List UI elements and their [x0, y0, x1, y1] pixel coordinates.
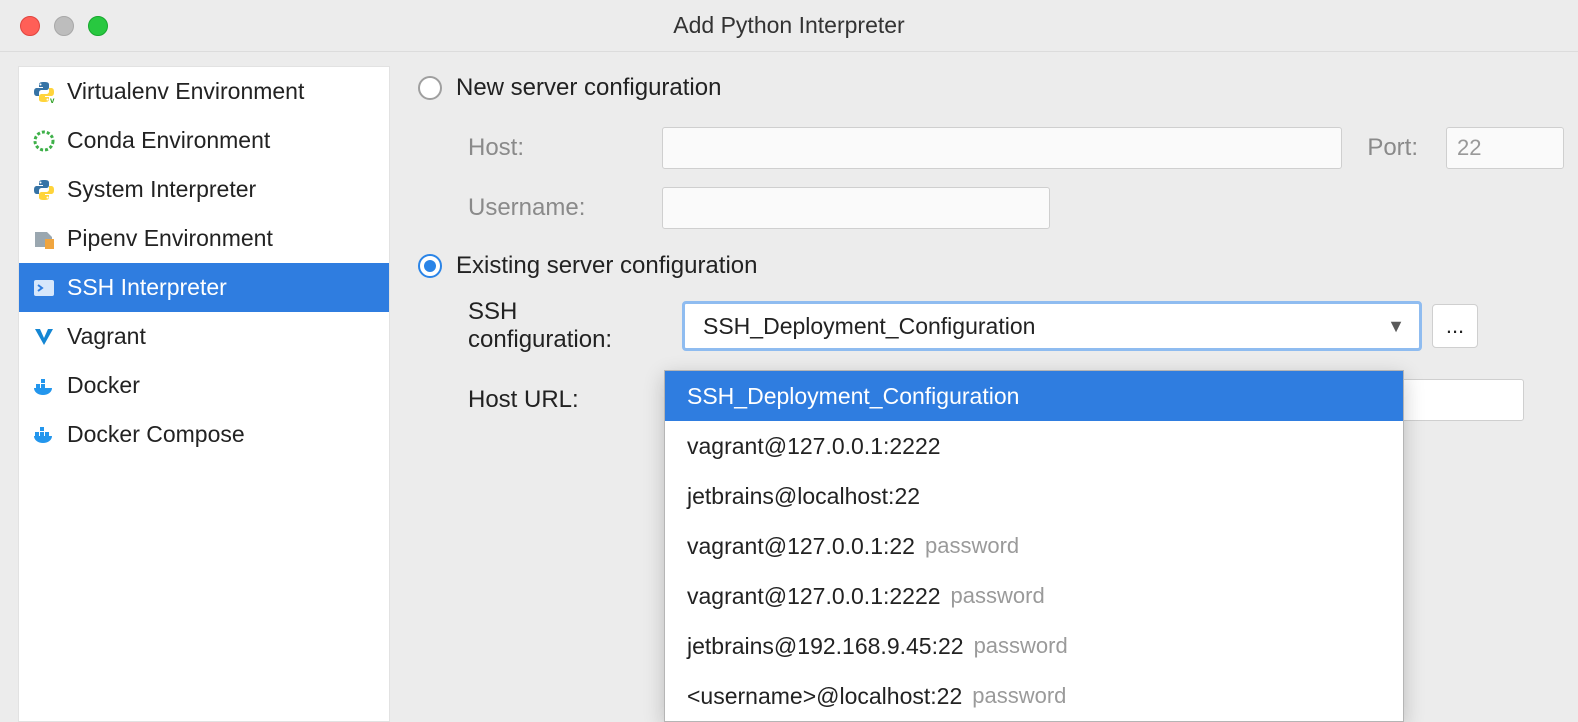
radio-icon	[418, 254, 442, 278]
sidebar-item-vagrant[interactable]: Vagrant	[19, 312, 389, 361]
ssh-config-dropdown: SSH_Deployment_Configuration vagrant@127…	[664, 370, 1404, 722]
dropdown-option[interactable]: <username>@localhost:22 password	[665, 671, 1403, 721]
dropdown-option-text: <username>@localhost:22	[687, 683, 962, 710]
host-url-label: Host URL:	[468, 386, 664, 414]
ssh-config-selected: SSH_Deployment_Configuration	[703, 313, 1035, 340]
dropdown-option[interactable]: jetbrains@localhost:22	[665, 471, 1403, 521]
vagrant-icon	[31, 324, 57, 350]
ssh-config-select[interactable]: SSH_Deployment_Configuration ▼	[682, 301, 1422, 351]
dropdown-option-hint: password	[951, 583, 1045, 609]
main-panel: New server configuration Host: Port: Use…	[390, 66, 1578, 722]
dropdown-option-hint: password	[974, 633, 1068, 659]
content: v Virtualenv Environment Conda Environme…	[0, 52, 1578, 722]
dropdown-option[interactable]: vagrant@127.0.0.1:2222	[665, 421, 1403, 471]
sidebar-item-label: System Interpreter	[67, 176, 256, 203]
sidebar-item-virtualenv[interactable]: v Virtualenv Environment	[19, 67, 389, 116]
dropdown-option-text: vagrant@127.0.0.1:22	[687, 533, 915, 560]
interpreter-type-sidebar: v Virtualenv Environment Conda Environme…	[18, 66, 390, 722]
radio-label: New server configuration	[456, 74, 721, 102]
ssh-icon	[31, 275, 57, 301]
ssh-config-browse-button[interactable]: ...	[1432, 304, 1478, 348]
sidebar-item-label: Virtualenv Environment	[67, 78, 304, 105]
docker-icon	[31, 373, 57, 399]
docker-compose-icon	[31, 422, 57, 448]
pipenv-icon	[31, 226, 57, 252]
port-label: Port:	[1367, 134, 1418, 162]
chevron-down-icon: ▼	[1387, 316, 1405, 337]
dropdown-option[interactable]: vagrant@127.0.0.1:2222 password	[665, 571, 1403, 621]
dropdown-option-text: vagrant@127.0.0.1:2222	[687, 433, 941, 460]
dropdown-option-text: SSH_Deployment_Configuration	[687, 383, 1019, 410]
dropdown-option-text: jetbrains@192.168.9.45:22	[687, 633, 964, 660]
dropdown-option-text: jetbrains@localhost:22	[687, 483, 920, 510]
radio-new-server-config[interactable]: New server configuration	[418, 74, 1564, 102]
existing-server-form: SSH configuration: SSH_Deployment_Config…	[418, 296, 1564, 356]
svg-text:v: v	[50, 96, 55, 104]
sidebar-item-conda[interactable]: Conda Environment	[19, 116, 389, 165]
titlebar: Add Python Interpreter	[0, 0, 1578, 52]
sidebar-item-label: Pipenv Environment	[67, 225, 273, 252]
sidebar-item-label: Docker	[67, 372, 140, 399]
sidebar-item-docker-compose[interactable]: Docker Compose	[19, 410, 389, 459]
window-title: Add Python Interpreter	[0, 12, 1578, 39]
sidebar-item-system[interactable]: System Interpreter	[19, 165, 389, 214]
python-icon	[31, 177, 57, 203]
radio-label: Existing server configuration	[456, 252, 757, 280]
host-label: Host:	[468, 134, 644, 162]
username-input[interactable]	[662, 187, 1050, 229]
sidebar-item-label: SSH Interpreter	[67, 274, 227, 301]
sideb+ssh[interactable]: SSH Interpreter	[19, 263, 389, 312]
dropdown-option[interactable]: SSH_Deployment_Configuration	[665, 371, 1403, 421]
dropdown-option[interactable]: vagrant@127.0.0.1:22 password	[665, 521, 1403, 571]
host-input[interactable]	[662, 127, 1342, 169]
dropdown-option-hint: password	[925, 533, 1019, 559]
sidebar-item-pipenv[interactable]: Pipenv Environment	[19, 214, 389, 263]
sidebar-item-label: Docker Compose	[67, 421, 245, 448]
radio-existing-server-config[interactable]: Existing server configuration	[418, 252, 1564, 280]
dropdown-option-text: vagrant@127.0.0.1:2222	[687, 583, 941, 610]
python-icon: v	[31, 79, 57, 105]
new-server-form: Host: Port: Username:	[418, 118, 1564, 238]
dropdown-option[interactable]: jetbrains@192.168.9.45:22 password	[665, 621, 1403, 671]
dropdown-option-hint: password	[972, 683, 1066, 709]
username-label: Username:	[468, 194, 644, 222]
sidebar-item-label: Vagrant	[67, 323, 146, 350]
ssh-config-label: SSH configuration:	[468, 298, 664, 354]
conda-icon	[31, 128, 57, 154]
sidebar-item-label: Conda Environment	[67, 127, 270, 154]
radio-icon	[418, 76, 442, 100]
sidebar-item-docker[interactable]: Docker	[19, 361, 389, 410]
port-input[interactable]	[1446, 127, 1564, 169]
